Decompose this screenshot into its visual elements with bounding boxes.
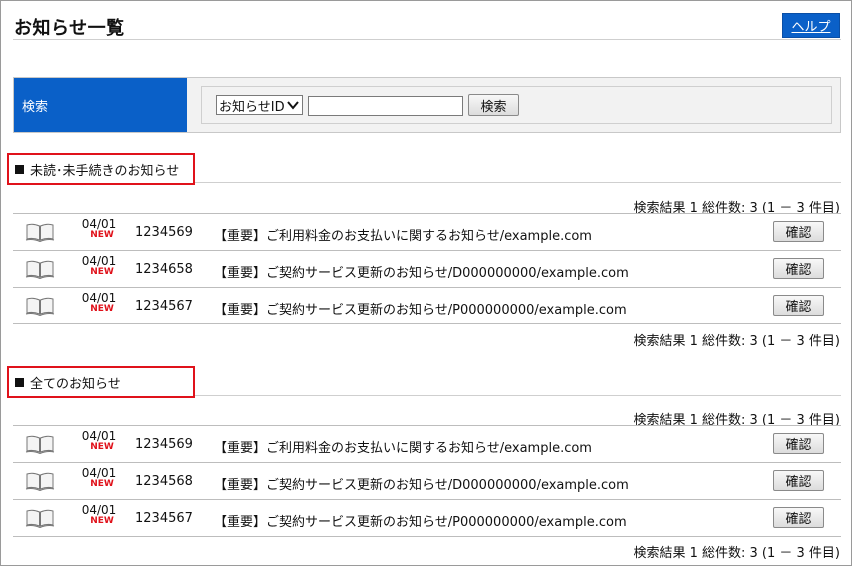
notice-id: 1234567 <box>135 511 193 526</box>
list-item: 04/01 NEW 1234569 【重要】ご利用料金のお支払いに関するお知らせ… <box>13 214 841 250</box>
notice-id: 1234568 <box>135 474 193 489</box>
confirm-button[interactable]: 確認 <box>773 258 824 279</box>
confirm-button[interactable]: 確認 <box>773 433 824 454</box>
notice-id: 1234569 <box>135 437 193 452</box>
chevron-down-icon <box>287 101 299 110</box>
open-book-icon <box>25 223 55 242</box>
list-item: 04/01 NEW 1234567 【重要】ご契約サービス更新のお知らせ/P00… <box>13 500 841 536</box>
notice-id: 1234569 <box>135 225 193 240</box>
open-book-icon <box>25 435 55 454</box>
open-book-icon <box>25 260 55 279</box>
result-count-bottom: 検索結果 1 総件数: 3 (1 － 3 件目) <box>633 334 840 349</box>
new-badge: NEW <box>90 516 114 526</box>
row-date: 04/01 <box>81 429 117 443</box>
list-divider <box>13 536 841 537</box>
new-badge: NEW <box>90 304 114 314</box>
open-book-icon <box>25 472 55 491</box>
section-divider <box>195 182 841 183</box>
row-date: 04/01 <box>81 466 117 480</box>
open-book-icon <box>25 297 55 316</box>
square-bullet-icon <box>15 164 24 174</box>
date-block: 04/01 NEW <box>79 466 119 490</box>
search-controls: お知らせID 検索 <box>201 86 832 124</box>
search-input[interactable] <box>308 96 463 116</box>
notice-title: 【重要】ご利用料金のお支払いに関するお知らせ/example.com <box>214 229 592 244</box>
new-badge: NEW <box>90 479 114 489</box>
notice-title: 【重要】ご契約サービス更新のお知らせ/P000000000/example.co… <box>214 515 627 530</box>
list-item: 04/01 NEW 1234568 【重要】ご契約サービス更新のお知らせ/D00… <box>13 463 841 499</box>
search-button[interactable]: 検索 <box>468 94 519 116</box>
page-frame: お知らせ一覧 ヘルプ 検索 お知らせID 検索 未読･未手続きのお知らせ 検索結… <box>0 0 852 566</box>
notice-id: 1234658 <box>135 262 193 277</box>
search-select-value: お知らせID <box>219 99 285 115</box>
confirm-button[interactable]: 確認 <box>773 470 824 491</box>
row-date: 04/01 <box>81 217 117 231</box>
confirm-button[interactable]: 確認 <box>773 507 824 528</box>
page-title: お知らせ一覧 <box>14 18 125 39</box>
list-item: 04/01 NEW 1234658 【重要】ご契約サービス更新のお知らせ/D00… <box>13 251 841 287</box>
notice-id: 1234567 <box>135 299 193 314</box>
date-block: 04/01 NEW <box>79 503 119 527</box>
date-block: 04/01 NEW <box>79 429 119 453</box>
new-badge: NEW <box>90 267 114 277</box>
confirm-button[interactable]: 確認 <box>773 295 824 316</box>
square-bullet-icon <box>15 377 24 387</box>
confirm-button[interactable]: 確認 <box>773 221 824 242</box>
section-divider <box>195 395 841 396</box>
row-date: 04/01 <box>81 291 117 305</box>
date-block: 04/01 NEW <box>79 291 119 315</box>
new-badge: NEW <box>90 442 114 452</box>
search-panel: 検索 お知らせID 検索 <box>13 77 841 133</box>
help-button[interactable]: ヘルプ <box>782 13 840 38</box>
section-heading-all: 全てのお知らせ <box>7 366 195 398</box>
section-heading-unread: 未読･未手続きのお知らせ <box>7 153 195 185</box>
search-field-select[interactable]: お知らせID <box>216 95 303 115</box>
list-item: 04/01 NEW 1234569 【重要】ご利用料金のお支払いに関するお知らせ… <box>13 426 841 462</box>
row-date: 04/01 <box>81 254 117 268</box>
list-divider <box>13 323 841 324</box>
section-heading-label: 未読･未手続きのお知らせ <box>30 163 180 179</box>
list-item: 04/01 NEW 1234567 【重要】ご契約サービス更新のお知らせ/P00… <box>13 288 841 324</box>
open-book-icon <box>25 509 55 528</box>
section-heading-label: 全てのお知らせ <box>30 376 121 392</box>
date-block: 04/01 NEW <box>79 254 119 278</box>
notice-title: 【重要】ご契約サービス更新のお知らせ/D000000000/example.co… <box>214 266 629 281</box>
notice-title: 【重要】ご契約サービス更新のお知らせ/P000000000/example.co… <box>214 303 627 318</box>
title-divider <box>13 39 841 40</box>
row-date: 04/01 <box>81 503 117 517</box>
notice-title: 【重要】ご利用料金のお支払いに関するお知らせ/example.com <box>214 441 592 456</box>
date-block: 04/01 NEW <box>79 217 119 241</box>
notice-title: 【重要】ご契約サービス更新のお知らせ/D000000000/example.co… <box>214 478 629 493</box>
new-badge: NEW <box>90 230 114 240</box>
search-label: 検索 <box>14 78 187 132</box>
result-count-bottom: 検索結果 1 総件数: 3 (1 － 3 件目) <box>633 546 840 561</box>
